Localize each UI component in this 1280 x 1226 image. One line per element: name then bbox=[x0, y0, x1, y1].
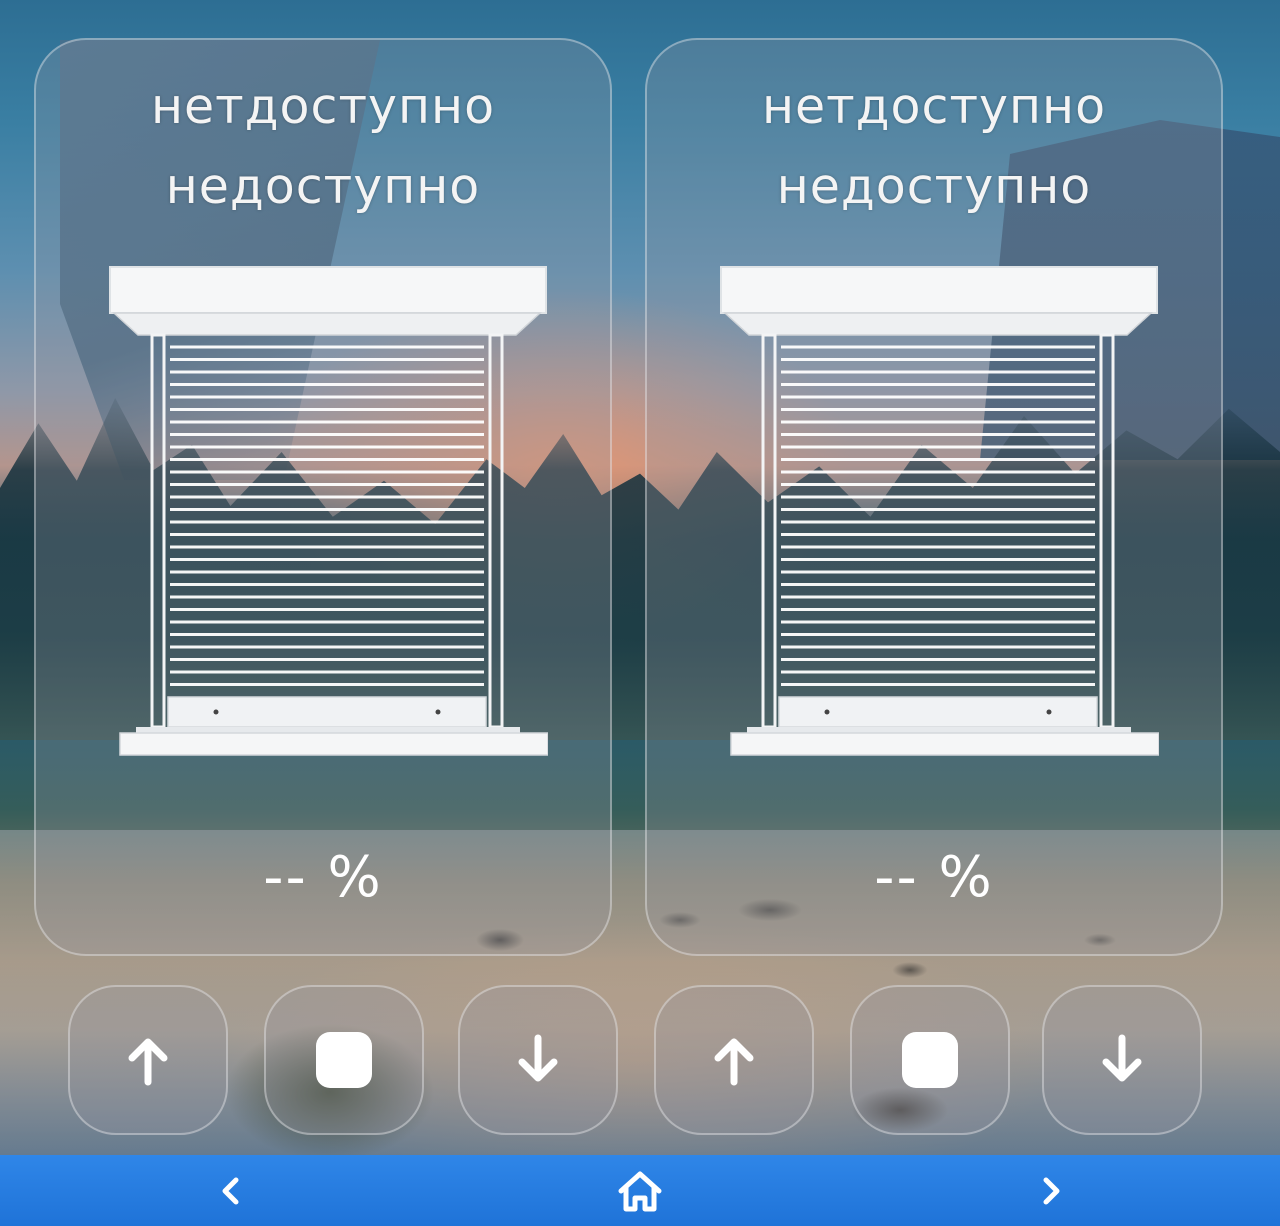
previous-page-button[interactable] bbox=[190, 1155, 270, 1226]
next-page-button[interactable] bbox=[1012, 1155, 1092, 1226]
shutter-2-up-button[interactable] bbox=[654, 985, 814, 1135]
roller-shutter-icon bbox=[109, 266, 548, 756]
shutter-1-status-line-1: нетдоступно bbox=[150, 78, 496, 135]
arrow-down-icon bbox=[518, 1034, 558, 1082]
shutter-1-down-button[interactable] bbox=[458, 985, 618, 1135]
home-icon bbox=[618, 1171, 662, 1211]
dashboard-screen: нетдоступно недоступно -- % нетдоступно … bbox=[0, 0, 1280, 1226]
shutter-card-1[interactable]: нетдоступно недоступно -- % bbox=[34, 38, 612, 956]
stop-square-icon bbox=[316, 1032, 372, 1088]
chevron-left-icon bbox=[222, 1177, 239, 1204]
shutter-card-2[interactable]: нетдоступно недоступно -- % bbox=[645, 38, 1223, 956]
shutter-2-position-percent: -- % bbox=[874, 845, 994, 910]
bottom-navigation-bar bbox=[0, 1155, 1280, 1226]
stop-square-icon bbox=[902, 1032, 958, 1088]
shutter-1-up-button[interactable] bbox=[68, 985, 228, 1135]
arrow-up-icon bbox=[714, 1038, 754, 1086]
arrow-up-icon bbox=[128, 1038, 168, 1086]
home-button[interactable] bbox=[600, 1155, 680, 1226]
shutter-2-stop-button[interactable] bbox=[850, 985, 1010, 1135]
shutter-1-status-line-2: недоступно bbox=[165, 158, 481, 215]
chevron-right-icon bbox=[1043, 1177, 1060, 1204]
shutter-1-position-percent: -- % bbox=[263, 845, 383, 910]
roller-shutter-icon bbox=[720, 266, 1159, 756]
shutter-1-stop-button[interactable] bbox=[264, 985, 424, 1135]
shutter-2-status-line-1: нетдоступно bbox=[761, 78, 1107, 135]
arrow-down-icon bbox=[1102, 1034, 1142, 1082]
shutter-2-down-button[interactable] bbox=[1042, 985, 1202, 1135]
shutter-2-status-line-2: недоступно bbox=[776, 158, 1092, 215]
